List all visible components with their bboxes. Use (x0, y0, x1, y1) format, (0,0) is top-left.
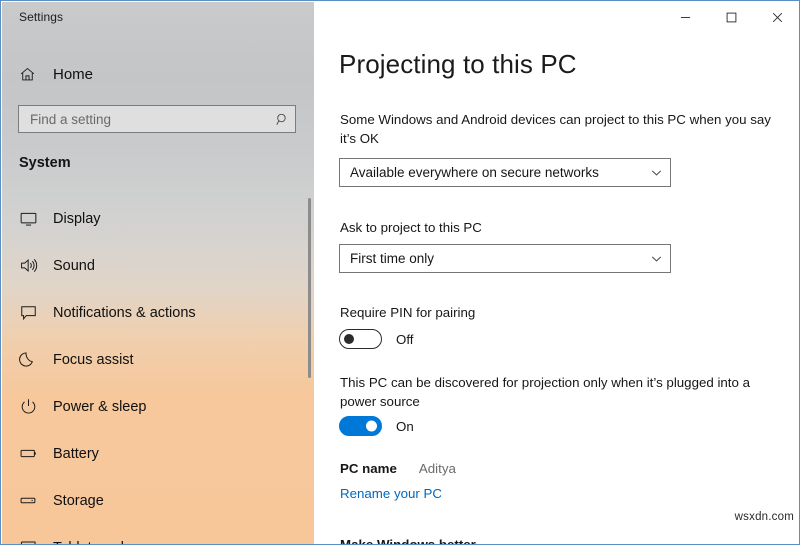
sidebar: Settings Home System (2, 2, 314, 545)
sidebar-item-sound-label: Sound (53, 257, 95, 274)
sidebar-item-power-sleep-label: Power & sleep (53, 398, 147, 415)
speaker-icon (16, 255, 40, 277)
power-icon (16, 396, 40, 418)
maximize-button[interactable] (708, 2, 754, 33)
projection-description: Some Windows and Android devices can pro… (340, 112, 771, 146)
monitor-icon (16, 208, 40, 230)
sidebar-nav-list: Display Sound Notifications & actions Fo… (2, 195, 302, 545)
battery-icon (16, 443, 40, 465)
pc-name-value: Aditya (418, 461, 456, 476)
sidebar-item-storage[interactable]: Storage (2, 477, 302, 524)
power-source-toggle[interactable] (339, 416, 382, 436)
home-icon (16, 64, 38, 84)
ask-to-project-label: Ask to project to this PC (340, 220, 482, 235)
availability-dropdown-value: Available everywhere on secure networks (350, 165, 599, 180)
toggle-knob (366, 420, 377, 432)
search-box[interactable] (18, 105, 296, 133)
notification-icon (16, 302, 40, 324)
sidebar-scrollbar[interactable] (308, 198, 311, 378)
power-source-toggle-row: On (339, 416, 414, 436)
pc-name-row: PC name Aditya (340, 461, 456, 476)
main-content: Projecting to this PC Some Windows and A… (314, 2, 799, 545)
search-icon[interactable] (269, 106, 295, 132)
ask-to-project-dropdown-value: First time only (350, 251, 435, 266)
require-pin-toggle-row: Off (339, 329, 414, 349)
sidebar-item-power-sleep[interactable]: Power & sleep (2, 383, 302, 430)
window-controls (662, 2, 799, 33)
moon-icon (16, 349, 40, 371)
chevron-down-icon (642, 245, 670, 272)
search-input[interactable] (19, 110, 269, 128)
sidebar-item-tablet-mode[interactable]: Tablet mode (2, 524, 302, 545)
sidebar-item-home-label: Home (53, 65, 94, 83)
app-title: Settings (19, 10, 64, 24)
sidebar-item-focus-assist[interactable]: Focus assist (2, 336, 302, 383)
sidebar-item-sound[interactable]: Sound (2, 242, 302, 289)
power-source-description: This PC can be discovered for projection… (340, 375, 750, 409)
sidebar-item-notifications[interactable]: Notifications & actions (2, 289, 302, 336)
sidebar-item-notifications-label: Notifications & actions (53, 304, 196, 321)
minimize-button[interactable] (662, 2, 708, 33)
require-pin-label: Require PIN for pairing (340, 305, 476, 320)
rename-pc-link[interactable]: Rename your PC (340, 486, 442, 501)
require-pin-toggle-state: Off (396, 331, 414, 347)
toggle-knob (344, 334, 354, 344)
sidebar-section-header: System (19, 155, 71, 171)
availability-dropdown[interactable]: Available everywhere on secure networks (339, 158, 671, 187)
sidebar-item-tablet-mode-label: Tablet mode (53, 540, 132, 545)
chevron-down-icon (642, 159, 670, 186)
sidebar-item-home[interactable]: Home (16, 60, 296, 88)
page-title: Projecting to this PC (339, 49, 577, 79)
sidebar-item-display-label: Display (53, 210, 101, 227)
pc-name-label: PC name (340, 461, 397, 476)
storage-icon (16, 490, 40, 512)
close-button[interactable] (754, 2, 799, 33)
sidebar-item-storage-label: Storage (53, 492, 104, 509)
sidebar-item-battery[interactable]: Battery (2, 430, 302, 477)
tablet-mode-icon (16, 537, 40, 544)
next-section-heading: Make Windows better (340, 537, 476, 545)
settings-window: Settings Home System (0, 0, 800, 545)
ask-to-project-dropdown[interactable]: First time only (339, 244, 671, 273)
power-source-toggle-state: On (396, 418, 414, 434)
watermark: wsxdn.com (734, 511, 794, 523)
sidebar-item-display[interactable]: Display (2, 195, 302, 242)
require-pin-toggle[interactable] (339, 329, 382, 349)
sidebar-item-battery-label: Battery (53, 445, 99, 462)
sidebar-item-focus-assist-label: Focus assist (53, 351, 134, 368)
